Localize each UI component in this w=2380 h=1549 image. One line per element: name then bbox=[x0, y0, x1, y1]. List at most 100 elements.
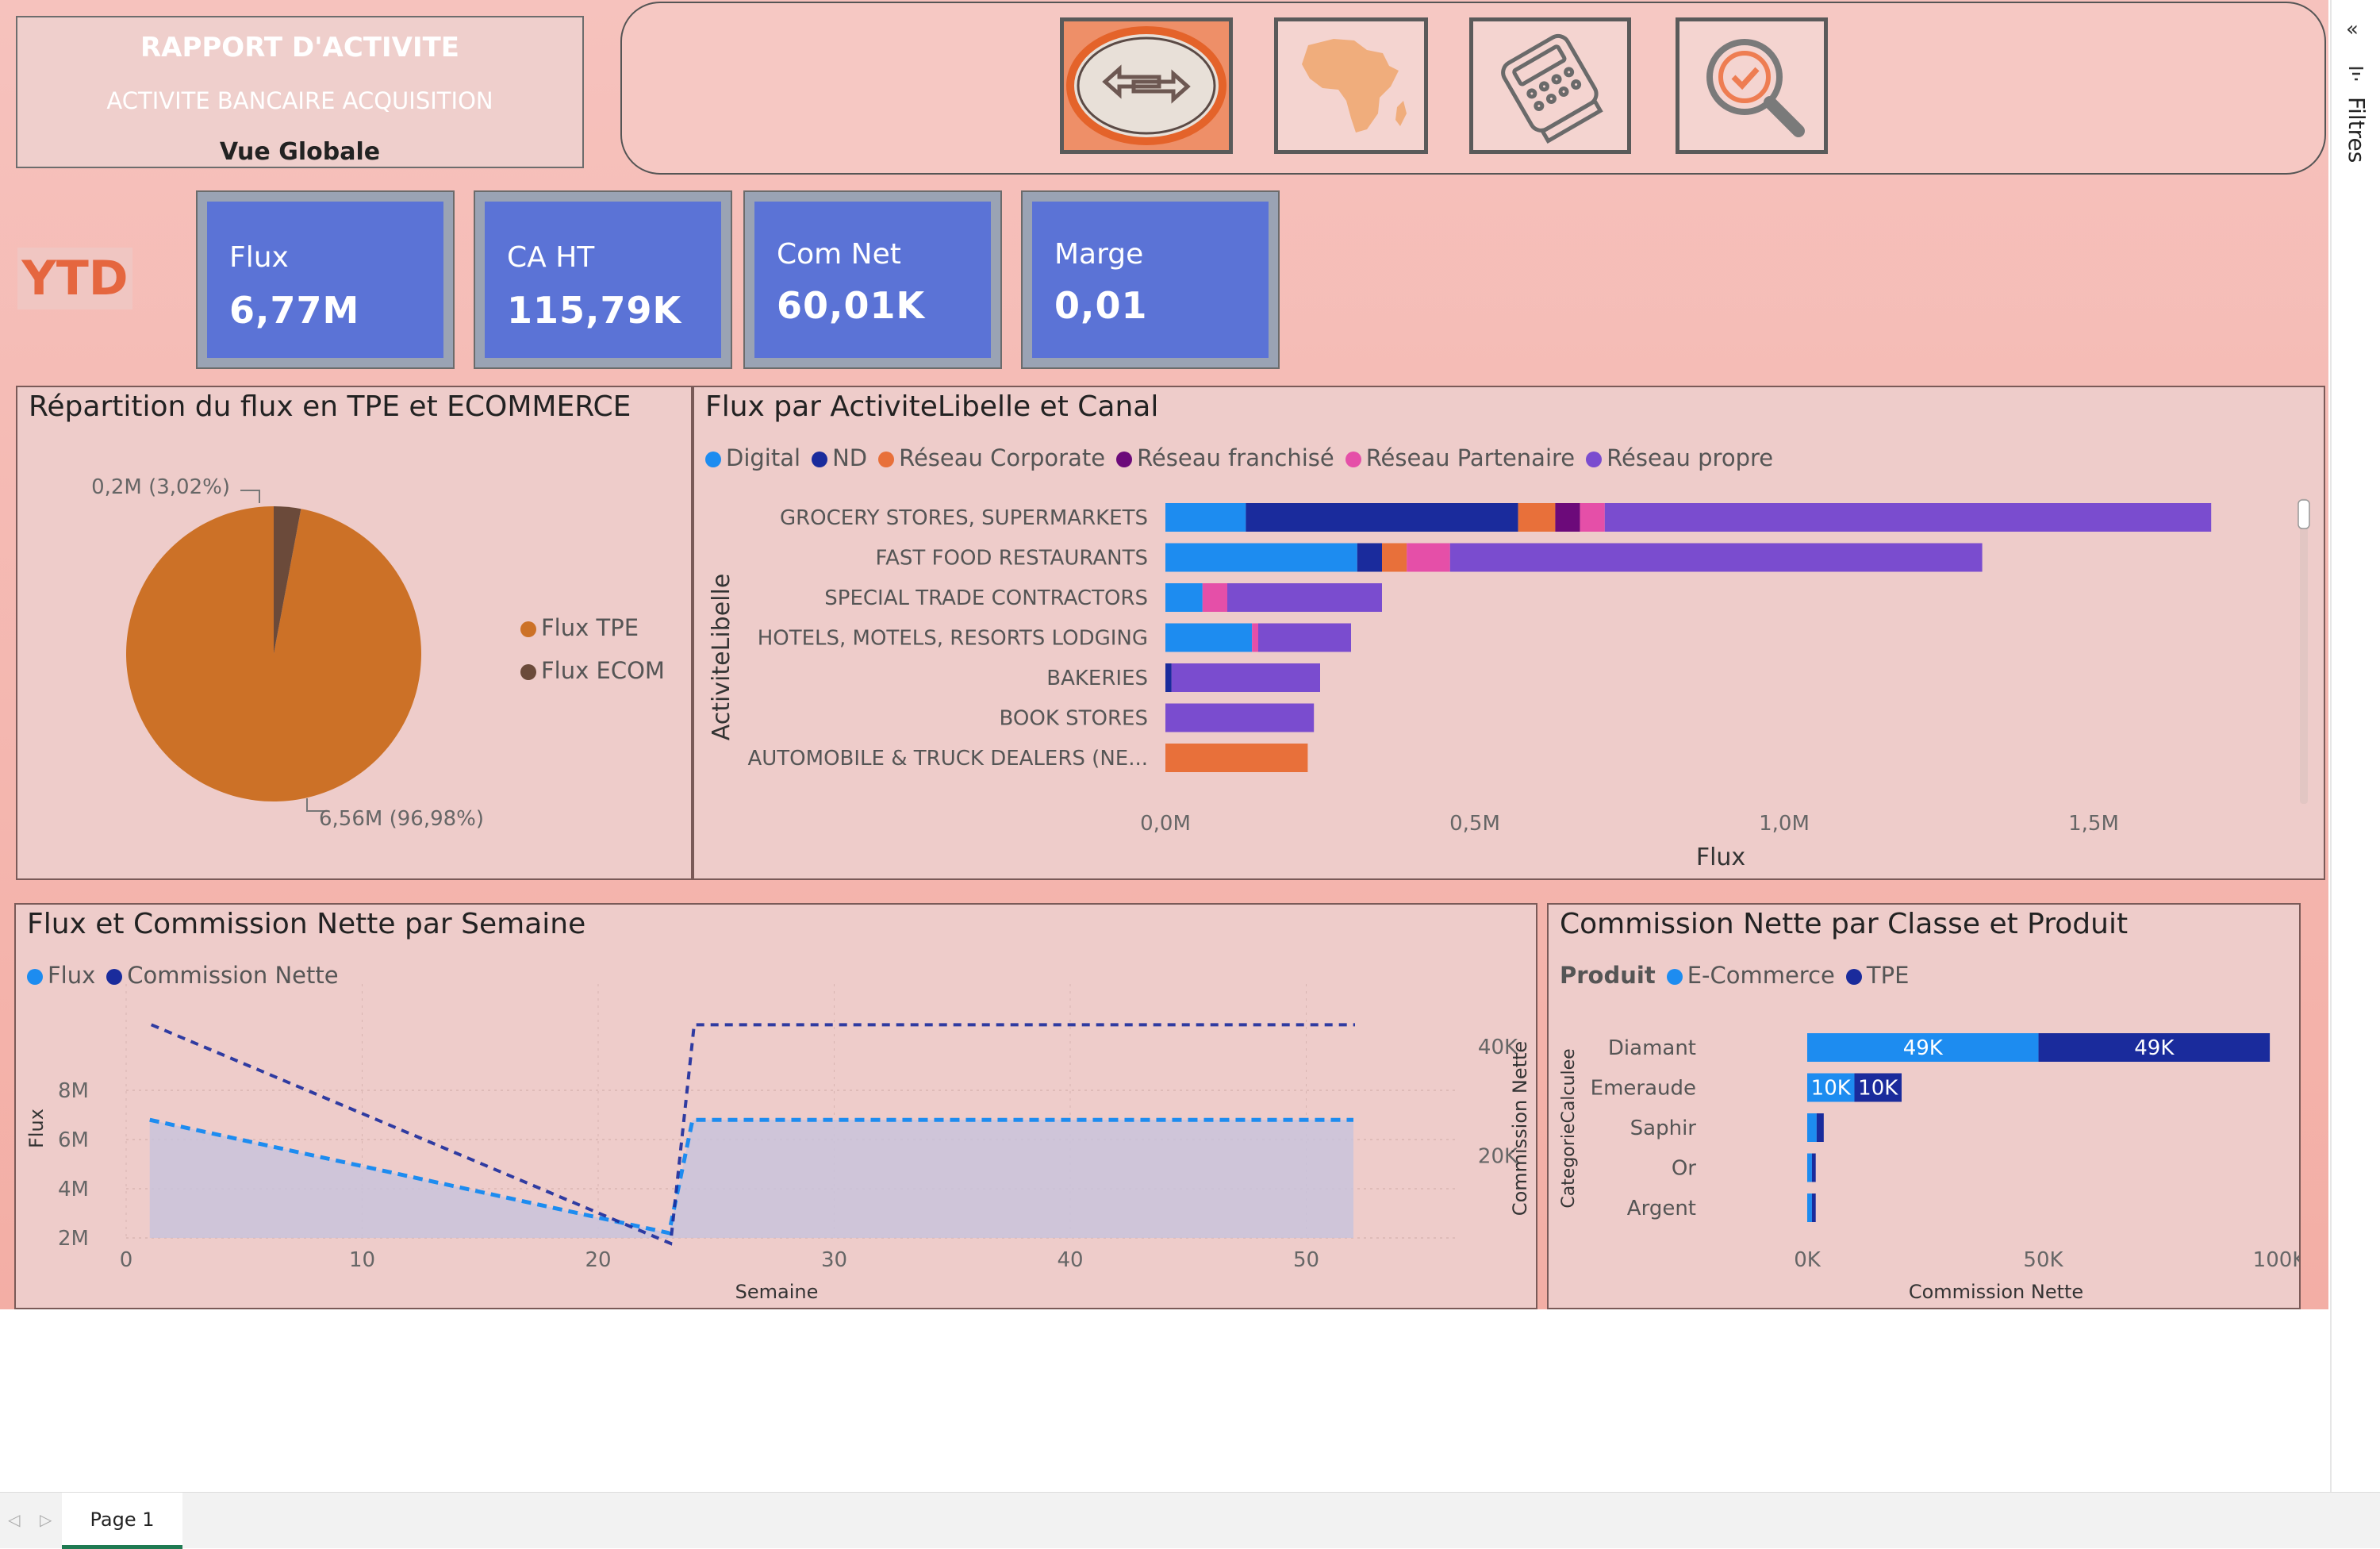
bar-segment bbox=[1202, 583, 1227, 612]
bar-category-label: SPECIAL TRADE CONTRACTORS bbox=[824, 586, 1148, 610]
kpi-ca-ht: CA HT 115,79K bbox=[474, 190, 732, 369]
line-y2-axis-title: Commission Nette bbox=[1509, 1041, 1531, 1216]
commission-category-label: Saphir bbox=[1630, 1117, 1697, 1140]
next-page-icon[interactable]: ▷ bbox=[40, 1510, 52, 1529]
kpi-card: Flux 6,77M bbox=[207, 202, 443, 358]
pie-label-tpe: 6,56M (96,98%) bbox=[319, 807, 484, 831]
kpi-flux: Flux 6,77M bbox=[196, 190, 455, 369]
nav-button-search[interactable] bbox=[1676, 17, 1828, 154]
report-page: RAPPORT D'ACTIVITE ACTIVITE BANCAIRE ACQ… bbox=[0, 0, 2328, 1309]
bar-segment bbox=[1555, 503, 1580, 532]
collapse-icon[interactable]: « bbox=[2346, 17, 2359, 41]
pie-chart-panel[interactable]: Répartition du flux en TPE et ECOMMERCE … bbox=[16, 386, 693, 880]
kpi-card: CA HT 115,79K bbox=[485, 202, 721, 358]
commission-data-label: 49K bbox=[2134, 1036, 2175, 1060]
transfer-arrows-icon bbox=[1066, 26, 1226, 145]
filters-pane[interactable]: « Filtres bbox=[2330, 0, 2380, 1492]
bar-category-label: AUTOMOBILE & TRUCK DEALERS (NE... bbox=[747, 747, 1148, 771]
legend-item-tpe[interactable]: Flux TPE bbox=[520, 614, 665, 641]
bar-segment bbox=[1171, 663, 1320, 692]
bar-category-label: GROCERY STORES, SUPERMARKETS bbox=[780, 506, 1148, 530]
kpi-card: Marge 0,01 bbox=[1032, 202, 1269, 358]
bar-chart-panel[interactable]: Flux par ActiviteLibelle et Canal Digita… bbox=[693, 386, 2325, 880]
nav-button-africa[interactable] bbox=[1274, 17, 1428, 154]
commission-x-tick: 100K bbox=[2253, 1248, 2299, 1272]
bar-category-label: HOTELS, MOTELS, RESORTS LODGING bbox=[758, 627, 1148, 651]
period-label: YTD bbox=[17, 248, 132, 309]
nav-button-flux[interactable] bbox=[1060, 17, 1233, 154]
bar-segment bbox=[1165, 543, 1357, 572]
pie-label-ecom: 0,2M (3,02%) bbox=[91, 475, 230, 499]
kpi-label: Flux bbox=[229, 241, 289, 274]
bar-segment bbox=[1165, 623, 1253, 652]
kpi-marge: Marge 0,01 bbox=[1021, 190, 1280, 369]
scrollbar-thumb bbox=[2297, 499, 2310, 529]
bar-x-tick: 1,0M bbox=[1759, 812, 1810, 836]
line-chart-panel[interactable]: Flux et Commission Nette par Semaine Flu… bbox=[14, 903, 1537, 1309]
pie-legend: Flux TPE Flux ECOM bbox=[520, 614, 665, 684]
kpi-value: 60,01K bbox=[777, 284, 926, 327]
commission-y-axis-title: CategorieCalculee bbox=[1559, 1048, 1579, 1208]
scrollbar-track bbox=[2300, 498, 2308, 804]
kpi-label: CA HT bbox=[507, 241, 595, 274]
line-y-tick: 4M bbox=[58, 1178, 89, 1201]
magnifier-check-icon bbox=[1706, 39, 1805, 137]
commission-chart-panel[interactable]: Commission Nette par Classe et Produit P… bbox=[1547, 903, 2301, 1309]
bar-category-label: BOOK STORES bbox=[1000, 707, 1148, 731]
legend-label: Flux ECOM bbox=[541, 657, 665, 684]
filters-label: Filtres bbox=[2344, 97, 2370, 163]
commission-category-label: Argent bbox=[1627, 1197, 1696, 1220]
commission-category-label: Emeraude bbox=[1591, 1077, 1696, 1101]
flux-area bbox=[149, 1120, 1353, 1238]
commission-x-axis-title: Commission Nette bbox=[1909, 1281, 2083, 1303]
bar-chart: GROCERY STORES, SUPERMARKETS FAST FOOD RE… bbox=[708, 498, 2310, 871]
bar-category-label: FAST FOOD RESTAURANTS bbox=[876, 547, 1148, 571]
line-x-tick: 20 bbox=[585, 1248, 611, 1272]
commission-data-label: 49K bbox=[1903, 1036, 1944, 1060]
bar-segment bbox=[1604, 503, 2212, 532]
kpi-value: 6,77M bbox=[229, 289, 360, 332]
line-x-tick: 0 bbox=[120, 1248, 133, 1272]
page-tab-bar: ◁ ▷ Page 1 bbox=[0, 1492, 2380, 1549]
legend-swatch bbox=[520, 664, 536, 680]
bar-x-tick: 0,0M bbox=[1140, 812, 1191, 836]
bar-segment bbox=[1252, 623, 1258, 652]
kpi-value: 115,79K bbox=[507, 289, 682, 332]
prev-page-icon[interactable]: ◁ bbox=[8, 1510, 20, 1529]
commission-data-label: 10K bbox=[1811, 1077, 1852, 1101]
legend-swatch bbox=[520, 621, 536, 637]
legend-item-ecom[interactable]: Flux ECOM bbox=[520, 657, 665, 684]
kpi-card: Com Net 60,01K bbox=[754, 202, 991, 358]
bar-segment bbox=[1227, 583, 1382, 612]
kpi-value: 0,01 bbox=[1054, 284, 1148, 327]
bar-x-axis-title: Flux bbox=[1696, 844, 1745, 871]
pie-leader-ecom bbox=[240, 490, 260, 503]
line-chart: 2M4M6M8M20K40K0 10 20 30 40 50SemaineFlux Comm… bbox=[25, 984, 1531, 1303]
bar-segment bbox=[1165, 503, 1246, 532]
commission-segment bbox=[1807, 1113, 1817, 1142]
bar-x-tick: 0,5M bbox=[1449, 812, 1500, 836]
kpi-com-net: Com Net 60,01K bbox=[743, 190, 1002, 369]
kpi-label: Com Net bbox=[777, 238, 901, 271]
line-y-axis-title: Flux bbox=[25, 1109, 48, 1148]
line-y-tick: 6M bbox=[58, 1128, 89, 1152]
filters-label-wrap: Filtres bbox=[2343, 97, 2370, 192]
kpi-label: Marge bbox=[1054, 238, 1144, 271]
commission-x-tick: 0K bbox=[1794, 1248, 1821, 1272]
line-x-tick: 30 bbox=[821, 1248, 847, 1272]
commission-category-label: Diamant bbox=[1608, 1036, 1696, 1060]
bar-segment bbox=[1449, 543, 1983, 572]
line-x-tick: 10 bbox=[349, 1248, 375, 1272]
line-x-tick: 40 bbox=[1057, 1248, 1083, 1272]
bar-y-axis-title: ActiviteLibelle bbox=[708, 574, 735, 741]
commission-segment bbox=[1811, 1193, 1816, 1222]
bar-segment bbox=[1382, 543, 1407, 572]
bar-segment bbox=[1246, 503, 1518, 532]
tab-page-1[interactable]: Page 1 bbox=[62, 1493, 182, 1549]
bar-x-tick: 1,5M bbox=[2068, 812, 2119, 836]
commission-x-tick: 50K bbox=[2023, 1248, 2063, 1272]
bar-segment bbox=[1580, 503, 1605, 532]
commission-segment bbox=[1816, 1113, 1824, 1142]
canvas: RAPPORT D'ACTIVITE ACTIVITE BANCAIRE ACQ… bbox=[0, 0, 2328, 1492]
nav-button-terminal[interactable] bbox=[1469, 17, 1631, 154]
